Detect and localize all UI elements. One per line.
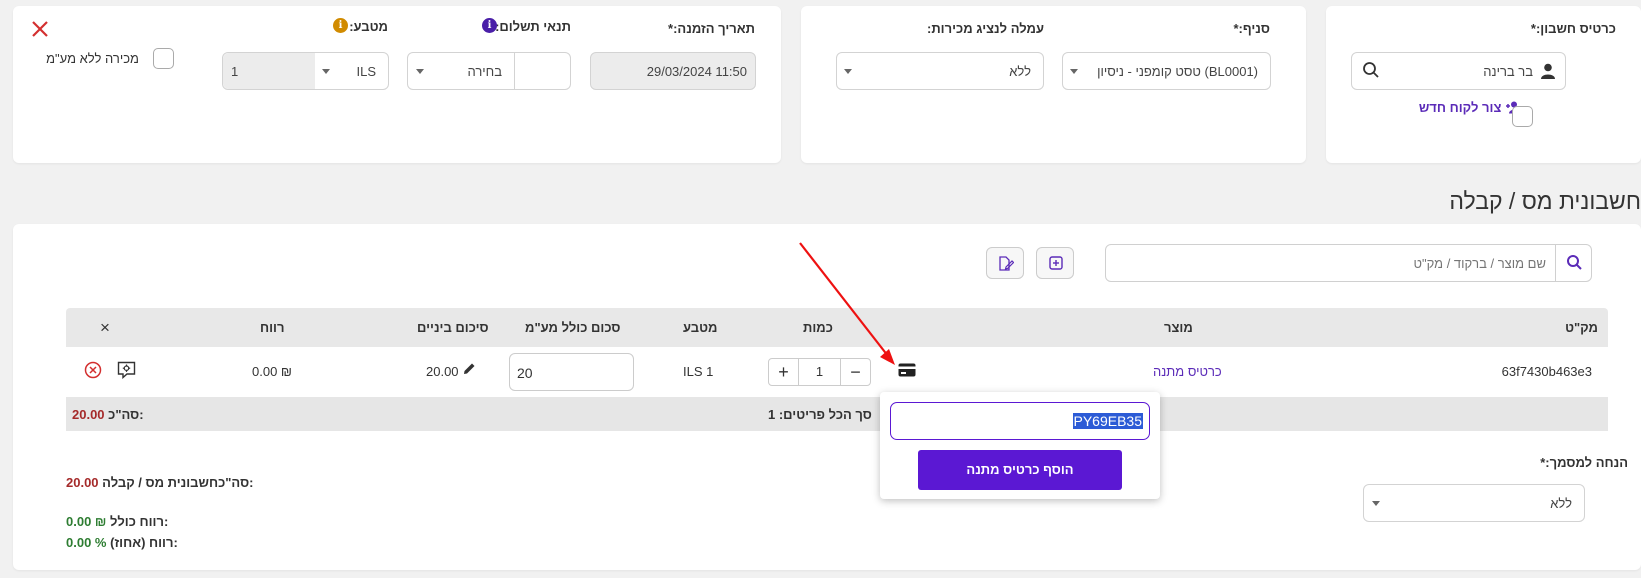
order-date-value: 29/03/2024 11:50 <box>646 64 747 79</box>
row-sku: 63f7430b463e3 <box>1501 364 1592 379</box>
edit-document-icon <box>998 256 1015 274</box>
chevron-down-icon <box>1070 69 1078 74</box>
edit-document-button[interactable] <box>986 247 1024 279</box>
col-currency: מטבע <box>683 320 718 335</box>
decrease-button[interactable]: − <box>840 359 870 385</box>
branch-card: סניף:* טסט קומפני - ניסיון (BL0001) עמלה… <box>801 6 1306 163</box>
col-sku: מק"ט <box>1565 320 1598 335</box>
col-subtotal: סיכום ביניים <box>417 320 489 335</box>
pencil-icon[interactable] <box>462 362 476 379</box>
row-profit: 0.00 ₪ <box>252 364 292 379</box>
branch-value: טסט קומפני - ניסיון (BL0001) <box>1097 64 1258 79</box>
product-search-field[interactable] <box>1105 244 1592 282</box>
discount-label: הנחה למסמך:* <box>1540 455 1628 470</box>
order-date-label: תאריך הזמנה:* <box>668 21 755 36</box>
footer-sum: 20.00 סה"כ: <box>72 407 144 422</box>
quantity-stepper[interactable]: + 1 − <box>768 358 871 386</box>
branch-label: סניף:* <box>1233 21 1270 36</box>
order-card: תאריך הזמנה:* 29/03/2024 11:50 תנאי תשלו… <box>13 6 781 163</box>
commission-select[interactable]: ללא <box>836 52 1044 90</box>
commission-value: ללא <box>1009 64 1031 79</box>
payment-terms-label: תנאי תשלום: <box>495 19 571 34</box>
payment-terms-text: תנאי תשלום: <box>495 19 571 34</box>
gross-profit-label: רווח כולל: <box>110 514 169 529</box>
no-vat-label: מכירה ללא מע"מ <box>46 51 139 66</box>
add-gift-card-button[interactable]: הוסף כרטיס מתנה <box>918 450 1122 490</box>
table-header <box>66 308 1608 347</box>
invoice-total: 20.00 סה"כחשבונית מס / קבלה: <box>66 475 254 490</box>
page-title: חשבונית מס / קבלה <box>1449 188 1641 214</box>
payment-terms-value: בחירה <box>467 64 502 79</box>
currency-rate: 1 <box>231 64 239 79</box>
chevron-down-icon <box>1372 501 1380 506</box>
plus-square-icon <box>1049 256 1063 273</box>
total-incl-vat-input[interactable]: 20 <box>509 353 634 391</box>
remove-row-icon[interactable] <box>84 361 102 382</box>
discount-select[interactable]: ללא <box>1363 484 1585 522</box>
discount-value: ללא <box>1550 496 1572 511</box>
items-total-label: סך הכל פריטים: 1 <box>768 407 872 422</box>
gift-card-code-input[interactable]: PY69EB35 <box>890 402 1150 440</box>
col-profit: רווח <box>260 320 285 335</box>
profit-percent-label: רווח (אחוז): <box>110 535 178 550</box>
order-date-field[interactable]: 29/03/2024 11:50 <box>590 52 756 90</box>
quantity-value[interactable]: 1 <box>799 359 840 385</box>
info-icon[interactable]: i <box>482 18 497 33</box>
currency-value: ILS <box>356 64 376 79</box>
increase-button[interactable]: + <box>769 359 799 385</box>
info-icon[interactable]: i <box>333 18 348 33</box>
profit-percent-value: 0.00 % <box>66 535 107 550</box>
total-incl-vat-value: 20 <box>517 365 533 381</box>
item-note-icon[interactable] <box>117 361 136 382</box>
col-total-incl-vat: סכום כולל מע"מ <box>525 320 621 335</box>
commission-label: עמלה לנציג מכירות: <box>927 21 1044 36</box>
footer-sum-label: סה"כ: <box>108 407 144 422</box>
chevron-down-icon <box>844 69 852 74</box>
invoice-total-value: 20.00 <box>66 475 99 490</box>
add-item-button[interactable] <box>1036 247 1074 279</box>
search-button[interactable] <box>1555 245 1591 281</box>
footer-sum-value: 20.00 <box>72 407 105 422</box>
add-customer-label: צור לקוח חדש <box>1418 100 1502 115</box>
row-product-link[interactable]: כרטיס מתנה <box>1153 364 1222 379</box>
add-customer-link[interactable]: צור לקוח חדש <box>1419 100 1521 117</box>
row-subtotal: 20.00 <box>426 364 459 379</box>
divider <box>514 53 515 89</box>
person-icon <box>1539 62 1557 83</box>
remove-all-icon[interactable]: × <box>100 318 110 338</box>
currency-label: מטבע: <box>349 19 388 34</box>
col-quantity: כמות <box>803 320 833 335</box>
account-card-label: כרטיס חשבון:* <box>1530 21 1616 36</box>
payment-terms-select[interactable]: בחירה <box>407 52 571 90</box>
product-search-input[interactable] <box>1106 245 1556 281</box>
no-vat-checkbox[interactable] <box>153 48 174 69</box>
col-product: מוצר <box>1164 320 1193 335</box>
currency-select[interactable]: 1 ILS <box>222 52 389 90</box>
account-checkbox[interactable] <box>1512 106 1533 127</box>
account-value: בר ברינה <box>1483 64 1533 79</box>
search-icon <box>1566 254 1583 274</box>
chevron-down-icon <box>322 69 330 74</box>
row-currency: ILS 1 <box>683 364 714 379</box>
gross-profit: 0.00 ₪ רווח כולל: <box>66 514 168 529</box>
gross-profit-value: 0.00 ₪ <box>66 514 107 529</box>
gift-card-code-value: PY69EB35 <box>1072 413 1143 429</box>
invoice-total-label: סה"כחשבונית מס / קבלה: <box>102 475 254 490</box>
search-icon[interactable] <box>1362 61 1380 82</box>
chevron-down-icon <box>416 69 424 74</box>
branch-select[interactable]: טסט קומפני - ניסיון (BL0001) <box>1062 52 1271 90</box>
gift-card-icon[interactable] <box>898 363 916 380</box>
close-icon[interactable] <box>30 19 50 42</box>
account-card: כרטיס חשבון:* בר ברינה צור לקוח חדש <box>1326 6 1641 163</box>
account-search-field[interactable]: בר ברינה <box>1351 52 1566 90</box>
profit-percent: 0.00 % רווח (אחוז): <box>66 535 178 550</box>
